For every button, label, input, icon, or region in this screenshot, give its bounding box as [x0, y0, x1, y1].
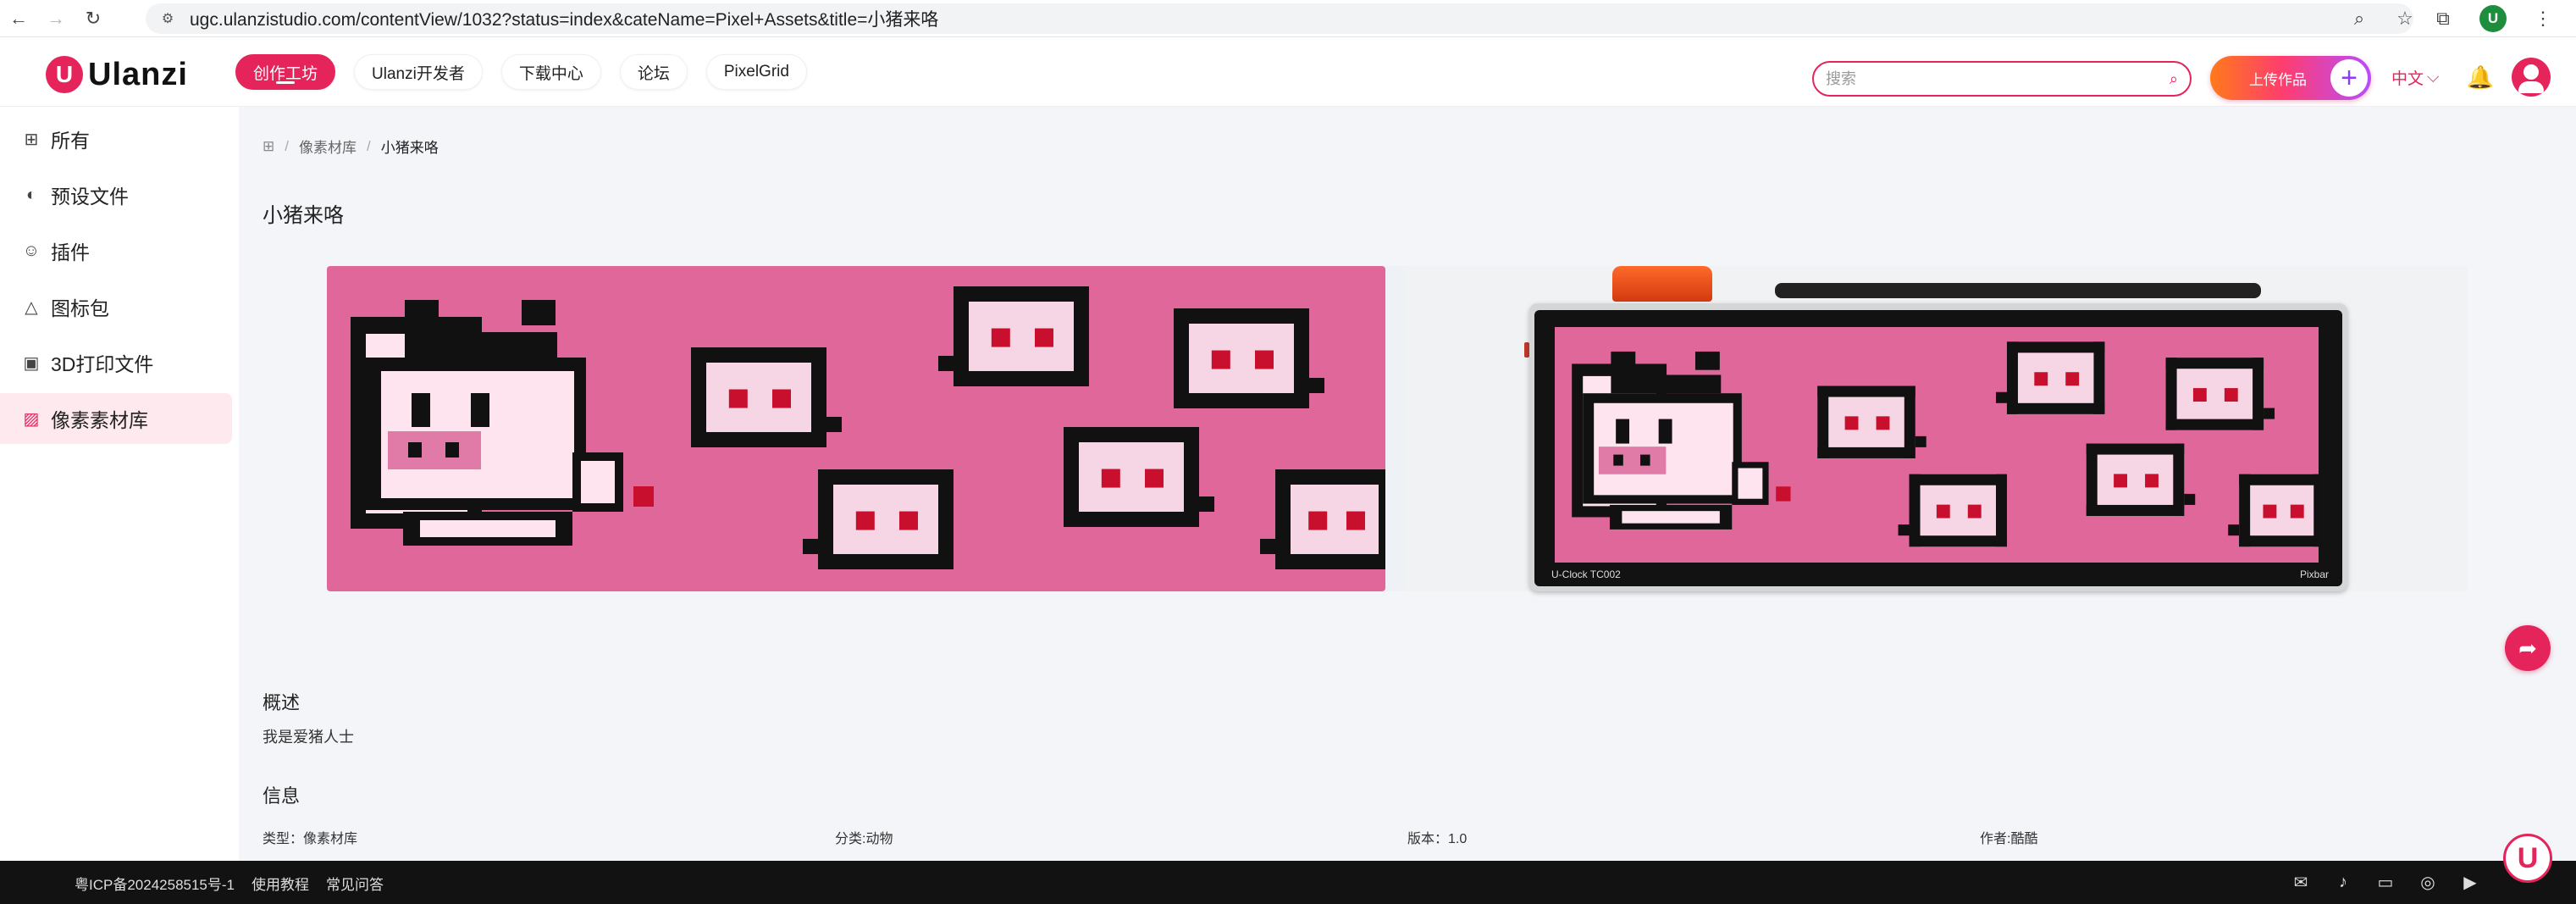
info-heading: 信息 [263, 785, 301, 807]
device-model-label: U-Clock TC002 [1551, 568, 1621, 580]
chevron-down-icon: ⌵ [2427, 68, 2440, 86]
share-button[interactable]: ➦ [2505, 625, 2551, 671]
site-logo[interactable]: U Ulanzi [46, 56, 188, 93]
bookmark-star-icon[interactable]: ☆ [2391, 5, 2418, 32]
breadcrumb-current: 小猪来咯 [380, 140, 439, 156]
tutorial-link[interactable]: 使用教程 [252, 873, 309, 894]
info-version: 版本：1.0 [1407, 832, 1468, 846]
wechat-icon[interactable]: ◎ [2415, 869, 2441, 895]
breadcrumb-pixel-assets[interactable]: 像素材库 [299, 136, 357, 157]
device-brand-label: Pixbar [2300, 568, 2330, 580]
device-pig-pixel-art [1572, 341, 2319, 547]
language-label: 中文 [2391, 70, 2424, 88]
logo-text: Ulanzi [88, 56, 188, 92]
top-navigation: 创作工坊 Ulanzi开发者 下载中心 论坛 PixelGrid [235, 54, 807, 90]
sidebar-item-3d-print[interactable]: ▣ 3D打印文件 [0, 337, 232, 388]
search-input[interactable] [1826, 69, 2170, 88]
video-icon[interactable]: ▶ [2457, 869, 2483, 895]
icp-link[interactable]: 粤ICP备2024258515号-1 [75, 873, 235, 894]
upload-label: 上传作品 [2249, 71, 2307, 88]
nav-forum[interactable]: 论坛 [619, 54, 688, 90]
zoom-icon[interactable]: ⌕ [2346, 5, 2373, 32]
nav-creation-workshop[interactable]: 创作工坊 [235, 54, 336, 90]
info-type: 类型：像素材库 [263, 832, 358, 846]
nav-developer[interactable]: Ulanzi开发者 [354, 54, 483, 90]
page-title: 小猪来咯 [263, 204, 344, 227]
sidebar-item-plugins[interactable]: ☺ 插件 [0, 225, 232, 276]
nav-download-center[interactable]: 下载中心 [500, 54, 601, 90]
faq-link[interactable]: 常见问答 [326, 873, 384, 894]
notification-bell-icon[interactable]: 🔔 [2466, 63, 2495, 92]
sidebar-item-label: 插件 [51, 241, 90, 263]
overview-heading: 概述 [263, 692, 301, 713]
bilibili-icon[interactable]: ▭ [2373, 869, 2398, 895]
forward-icon[interactable]: → [37, 0, 75, 37]
pig-pixel-art [351, 286, 1385, 569]
search-box: ⌕ [1812, 61, 2192, 97]
plugin-icon: ☺ [22, 241, 41, 260]
ulanzi-logo-icon: U [46, 56, 83, 93]
upload-work-button[interactable]: 上传作品 + [2210, 56, 2371, 100]
site-info-icon[interactable]: ⚙ [158, 8, 178, 29]
sidebar-item-label: 3D打印文件 [51, 353, 154, 375]
info-author: 作者:酷酷 [1980, 832, 2038, 846]
icon-pack-icon: △ [25, 297, 38, 317]
device-knob [1612, 266, 1712, 302]
browser-menu-icon[interactable]: ⋮ [2529, 4, 2557, 33]
sidebar-item-label: 所有 [51, 130, 90, 152]
preset-icon: ◐ [25, 185, 37, 204]
breadcrumb: ⊞ / 像素材库 / 小猪来咯 [263, 136, 439, 157]
sidebar-item-all[interactable]: ⊞ 所有 [0, 114, 232, 164]
language-selector[interactable]: 中文 ⌵ [2391, 66, 2439, 89]
sidebar-item-label: 图标包 [51, 297, 109, 319]
floating-ulanzi-logo-icon[interactable]: U [2503, 834, 2552, 883]
print-3d-icon: ▣ [23, 353, 40, 373]
extensions-icon[interactable]: ⧉ [2429, 4, 2457, 33]
url-text[interactable]: ugc.ulanzistudio.com/contentView/1032?st… [190, 6, 938, 31]
user-avatar[interactable] [2512, 58, 2551, 97]
sidebar-item-icon-packs[interactable]: △ 图标包 [0, 281, 232, 332]
device-top-bar [1775, 283, 2261, 298]
nav-pixelgrid[interactable]: PixelGrid [705, 54, 807, 90]
info-category: 分类:动物 [835, 832, 893, 846]
overview-text: 我是爱猪人士 [263, 729, 354, 746]
search-icon[interactable]: ⌕ [2170, 70, 2178, 88]
pixel-art-preview[interactable] [327, 266, 1385, 591]
tiktok-icon[interactable]: ♪ [2330, 869, 2356, 895]
sidebar-item-label: 预设文件 [51, 186, 129, 208]
grid-home-icon[interactable]: ⊞ [263, 138, 274, 155]
plus-icon: + [2330, 59, 2368, 97]
footer: 粤ICP备2024258515号-1 使用教程 常见问答 ✉ ♪ ▭ ◎ ▶ [0, 861, 2576, 904]
grid-icon: ⊞ [24, 130, 39, 149]
sidebar-item-pixel-assets[interactable]: ▨ 像素素材库 [0, 393, 232, 444]
sidebar: ⊞ 所有 ◐ 预设文件 ☺ 插件 △ 图标包 ▣ 3D打印文件 ▨ 像素素材库 [0, 107, 239, 861]
browser-profile-avatar[interactable]: U [2479, 5, 2507, 32]
sidebar-item-presets[interactable]: ◐ 预设文件 [0, 169, 232, 220]
sidebar-item-label: 像素素材库 [51, 409, 148, 431]
browser-toolbar: ← → ↻ ⚙ ugc.ulanzistudio.com/contentView… [0, 0, 2576, 37]
address-bar[interactable]: ⚙ ugc.ulanzistudio.com/contentView/1032?… [146, 3, 2413, 34]
image-icon: ▨ [23, 409, 40, 429]
site-header: U Ulanzi 创作工坊 Ulanzi开发者 下载中心 论坛 PixelGri… [0, 37, 2576, 107]
device-screen [1555, 327, 2319, 563]
back-icon[interactable]: ← [0, 0, 37, 37]
reload-icon[interactable]: ↻ [75, 0, 112, 37]
mail-icon[interactable]: ✉ [2288, 869, 2313, 895]
